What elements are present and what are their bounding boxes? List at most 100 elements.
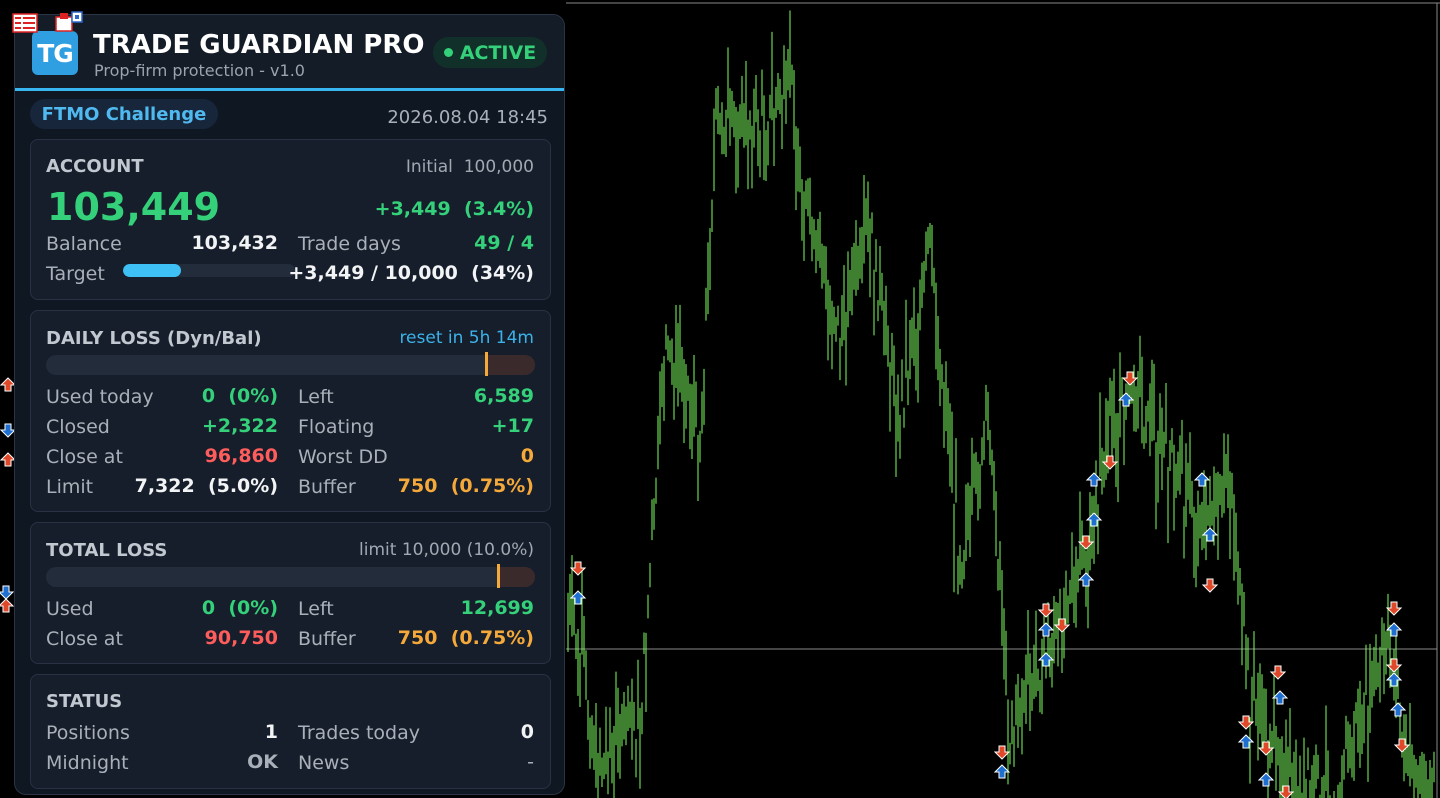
total-buffer-zone <box>498 567 535 587</box>
status-card: STATUS Positions 1 Trades today 0 Midnig… <box>30 674 551 789</box>
positions-value: 1 <box>264 721 278 743</box>
status-dot-icon <box>443 48 453 57</box>
total-loss-card: TOTAL LOSS limit 10,000 (10.0%) Used 0 (… <box>30 522 551 664</box>
trade-days-value: 49 / 4 <box>474 232 534 254</box>
total-limit-info: limit 10,000 (10.0%) <box>359 540 534 560</box>
trade-guardian-panel: TG TRADE GUARDIAN PRO Prop-firm protecti… <box>14 14 565 795</box>
total-close-at-label: Close at <box>46 628 123 650</box>
tester-icon[interactable] <box>54 11 84 33</box>
total-used-pct: (0%) <box>228 597 278 619</box>
closed-label: Closed <box>46 416 110 438</box>
floating-value: +17 <box>491 415 534 437</box>
daily-loss-bar <box>46 355 535 375</box>
daily-left-value: 6,589 <box>473 385 534 407</box>
sell-arrow-icon <box>1257 741 1275 756</box>
buy-arrow-icon <box>1237 734 1255 749</box>
news-label: News <box>298 752 350 774</box>
total-buffer-amount: 750 <box>397 627 438 649</box>
used-today-label: Used today <box>46 386 154 408</box>
sell-arrow-icon <box>1077 535 1095 550</box>
buy-arrow-icon <box>993 764 1011 779</box>
buy-arrow-icon <box>0 452 17 467</box>
daily-buffer-label: Buffer <box>298 476 356 498</box>
daily-close-at-label: Close at <box>46 446 123 468</box>
buy-arrow-icon <box>1037 622 1055 637</box>
buy-arrow-icon <box>1257 772 1275 787</box>
buy-arrow-icon <box>1077 572 1095 587</box>
total-used-label: Used <box>46 598 94 620</box>
worst-dd-value: 0 <box>520 445 534 467</box>
app-subtitle: Prop-firm protection - v1.0 <box>94 61 305 80</box>
sell-arrow-icon <box>1201 578 1219 593</box>
daily-buffer-marker <box>485 352 488 376</box>
positions-label: Positions <box>46 722 130 744</box>
total-buffer-pct: (0.75%) <box>450 627 534 649</box>
daily-loss-title: DAILY LOSS (Dyn/Bal) <box>46 328 262 349</box>
sell-arrow-icon <box>1277 785 1295 798</box>
daily-buffer-amount: 750 <box>397 475 438 497</box>
pnl-value: +3,449 (3.4%) <box>375 198 534 220</box>
trades-today-label: Trades today <box>298 722 420 744</box>
used-today-value: 0 (0%) <box>202 385 278 407</box>
buy-arrow-icon <box>1085 472 1103 487</box>
total-left-label: Left <box>298 598 334 620</box>
limit-amount: 7,322 <box>134 475 195 497</box>
target-progress-bar <box>123 264 295 277</box>
target-value: +3,449 / 10,000 (34%) <box>288 262 534 284</box>
limit-pct: (5.0%) <box>207 475 278 497</box>
buy-arrow-icon <box>1385 672 1403 687</box>
daily-reset-timer: reset in 5h 14m <box>399 328 534 348</box>
sell-arrow-icon <box>0 423 17 438</box>
server-datetime: 2026.08.04 18:45 <box>387 107 548 128</box>
sell-arrow-icon <box>1037 603 1055 618</box>
daily-close-at-value: 96,860 <box>204 445 278 467</box>
target-pct: (34%) <box>471 262 534 284</box>
balance-label: Balance <box>46 233 122 255</box>
total-buffer-value: 750 (0.75%) <box>398 627 534 649</box>
total-buffer-label: Buffer <box>298 628 356 650</box>
challenge-chip: FTMO Challenge <box>30 99 218 129</box>
buy-arrow-icon <box>1271 690 1289 705</box>
buy-arrow-icon <box>0 377 17 392</box>
buy-arrow-icon <box>1193 472 1211 487</box>
target-label: Target <box>46 263 105 285</box>
limit-value: 7,322 (5.0%) <box>135 475 278 497</box>
total-buffer-marker <box>497 564 500 588</box>
midnight-value: OK <box>247 751 278 773</box>
limit-label: Limit <box>46 476 94 498</box>
total-left-value: 12,699 <box>460 597 534 619</box>
sell-arrow-icon <box>1385 601 1403 616</box>
buy-arrow-icon <box>1389 702 1407 717</box>
daily-left-label: Left <box>298 386 334 408</box>
buy-arrow-icon <box>1201 527 1219 542</box>
sell-arrow-icon <box>569 561 587 576</box>
account-card: ACCOUNT Initial 100,000 103,449 +3,449 (… <box>30 139 551 300</box>
worst-dd-label: Worst DD <box>298 446 388 468</box>
sell-arrow-icon <box>1385 658 1403 673</box>
daily-buffer-value: 750 (0.75%) <box>398 475 534 497</box>
pnl-amount: +3,449 <box>374 198 451 220</box>
sell-arrow-icon <box>1269 665 1287 680</box>
account-initial: Initial 100,000 <box>406 157 534 177</box>
app-title: TRADE GUARDIAN PRO <box>93 30 425 60</box>
total-used-value: 0 (0%) <box>202 597 278 619</box>
status-badge-label: ACTIVE <box>459 41 537 64</box>
total-loss-title: TOTAL LOSS <box>46 540 168 561</box>
initial-value: 100,000 <box>463 157 534 177</box>
sell-arrow-icon <box>993 745 1011 760</box>
target-amount: +3,449 / 10,000 <box>288 262 458 284</box>
equity-value: 103,449 <box>47 185 221 229</box>
daily-loss-card: DAILY LOSS (Dyn/Bal) reset in 5h 14m Use… <box>30 310 551 512</box>
account-title: ACCOUNT <box>46 156 144 177</box>
list-icon[interactable] <box>12 13 38 33</box>
header-accent-line <box>15 88 564 91</box>
used-today-amount: 0 <box>201 385 216 407</box>
daily-buffer-pct: (0.75%) <box>450 475 534 497</box>
trade-days-label: Trade days <box>298 233 401 255</box>
status-badge: ACTIVE <box>433 37 547 68</box>
buy-arrow-icon <box>569 590 587 605</box>
trades-today-value: 0 <box>520 721 534 743</box>
news-value: - <box>527 751 534 773</box>
total-loss-bar <box>46 567 535 587</box>
pnl-pct: (3.4%) <box>463 198 534 220</box>
